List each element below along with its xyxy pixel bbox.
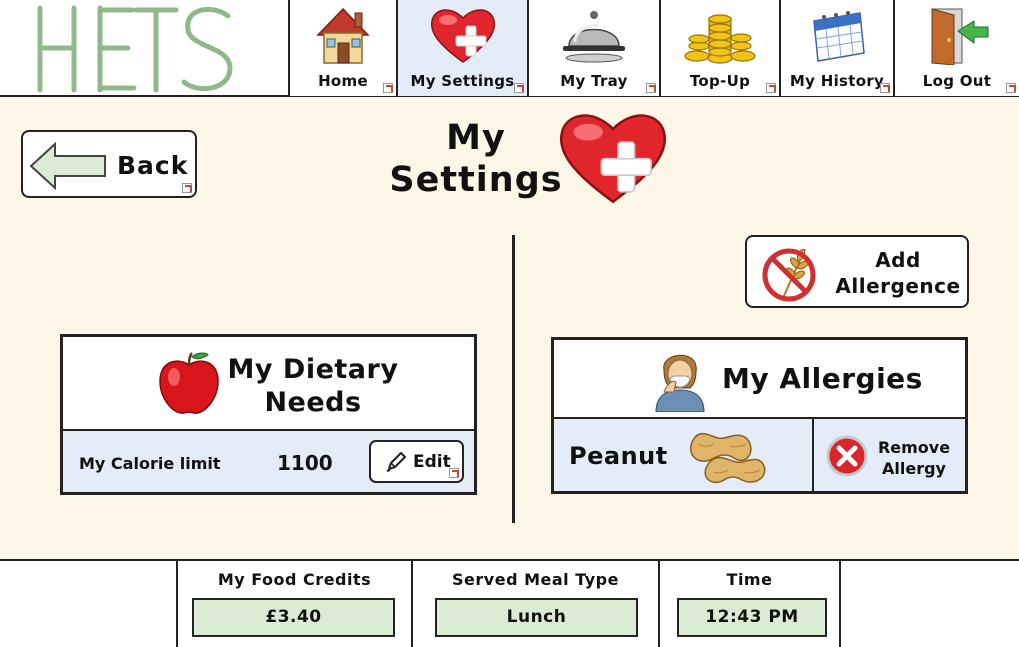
peanut-icon xyxy=(689,432,766,484)
link-arrow-icon xyxy=(182,183,192,193)
time-value: 12:43 PM xyxy=(677,598,827,637)
add-allergence-button[interactable]: Add Allergence xyxy=(745,235,969,308)
calorie-limit-label: My Calorie limit xyxy=(79,454,221,473)
hets-logo xyxy=(28,4,243,94)
dietary-title-line1: My Dietary xyxy=(227,354,399,385)
meal-type-value: Lunch xyxy=(435,598,638,637)
edit-button-label: Edit xyxy=(413,452,451,472)
edit-calorie-button[interactable]: Edit xyxy=(369,440,464,483)
link-arrow-icon xyxy=(646,83,656,93)
settings-panel: Back My Settings Add Allergence My Dieta… xyxy=(0,97,1019,561)
page-title: My Settings xyxy=(378,117,574,201)
link-arrow-icon xyxy=(514,83,524,93)
meal-type-label: Served Meal Type xyxy=(452,570,619,589)
link-arrow-icon xyxy=(449,468,459,478)
page-title-line1: My xyxy=(446,118,506,158)
logout-door-icon xyxy=(895,4,1019,66)
pencil-icon xyxy=(386,452,406,472)
nav-tab-log-out[interactable]: Log Out xyxy=(893,0,1019,96)
no-wheat-icon xyxy=(762,248,816,302)
page-title-line2: Settings xyxy=(389,160,563,200)
back-button[interactable]: Back xyxy=(21,130,197,198)
sneezing-person-icon xyxy=(655,354,705,412)
top-navigation-bar: Home My Settings My Tray Top-Up My Histo… xyxy=(0,0,1019,97)
nav-tab-label: My History xyxy=(789,72,885,90)
status-bar: My Food Credits £3.40 Served Meal Type L… xyxy=(0,561,1019,647)
allergies-header: My Allergies xyxy=(554,340,965,419)
calorie-limit-value: 1100 xyxy=(277,451,333,475)
nav-tab-label: My Settings xyxy=(410,72,515,90)
allergy-row: Peanut Remove Allergy xyxy=(554,419,965,491)
nav-tab-my-tray[interactable]: My Tray xyxy=(527,0,659,96)
add-allergence-line2: Allergence xyxy=(835,274,961,298)
nav-tab-label: Log Out xyxy=(922,72,992,90)
heart-plus-icon xyxy=(398,4,527,66)
food-credits-cell: My Food Credits £3.40 xyxy=(176,561,411,647)
remove-allergy-button[interactable]: Remove Allergy xyxy=(812,419,965,491)
link-arrow-icon xyxy=(383,83,393,93)
link-arrow-icon xyxy=(880,83,890,93)
dietary-needs-header: My Dietary Needs xyxy=(63,337,474,431)
remove-allergy-line1: Remove xyxy=(877,438,951,457)
dietary-needs-title: My Dietary Needs xyxy=(223,353,403,419)
time-label: Time xyxy=(726,570,773,589)
nav-tab-top-up[interactable]: Top-Up xyxy=(659,0,779,96)
allergies-card: My Allergies Peanut Remove Allergy xyxy=(551,337,968,494)
remove-allergy-label: Remove Allergy xyxy=(870,437,958,479)
back-arrow-icon xyxy=(29,142,106,190)
dietary-title-line2: Needs xyxy=(264,387,362,418)
food-tray-icon xyxy=(529,4,659,66)
house-icon xyxy=(290,4,396,66)
add-allergence-line1: Add xyxy=(875,248,921,272)
nav-tab-label: Home xyxy=(318,72,368,90)
logo-glyphs xyxy=(37,5,233,93)
allergy-name: Peanut xyxy=(569,442,668,470)
link-arrow-icon xyxy=(1006,83,1016,93)
apple-icon xyxy=(159,352,219,414)
nav-tab-label: My Tray xyxy=(560,72,628,90)
dietary-needs-card: My Dietary Needs My Calorie limit 1100 E… xyxy=(60,334,477,495)
calorie-limit-row: My Calorie limit 1100 Edit xyxy=(63,431,474,492)
calendar-icon xyxy=(781,4,893,66)
food-credits-label: My Food Credits xyxy=(217,570,372,589)
add-allergence-label: Add Allergence xyxy=(829,247,967,299)
nav-tab-my-history[interactable]: My History xyxy=(779,0,893,96)
remove-x-icon xyxy=(826,435,868,477)
coins-icon xyxy=(661,4,779,66)
link-arrow-icon xyxy=(766,83,776,93)
remove-allergy-line2: Allergy xyxy=(882,459,946,478)
food-credits-value: £3.40 xyxy=(192,598,395,637)
time-cell: Time 12:43 PM xyxy=(658,561,841,647)
allergies-title: My Allergies xyxy=(722,362,923,395)
nav-tab-home[interactable]: Home xyxy=(288,0,396,96)
back-button-label: Back xyxy=(117,151,189,180)
column-divider xyxy=(512,235,515,523)
nav-tab-my-settings[interactable]: My Settings xyxy=(396,0,527,96)
heart-plus-icon xyxy=(553,109,673,209)
nav-tab-label: Top-Up xyxy=(689,72,751,90)
meal-type-cell: Served Meal Type Lunch xyxy=(411,561,658,647)
